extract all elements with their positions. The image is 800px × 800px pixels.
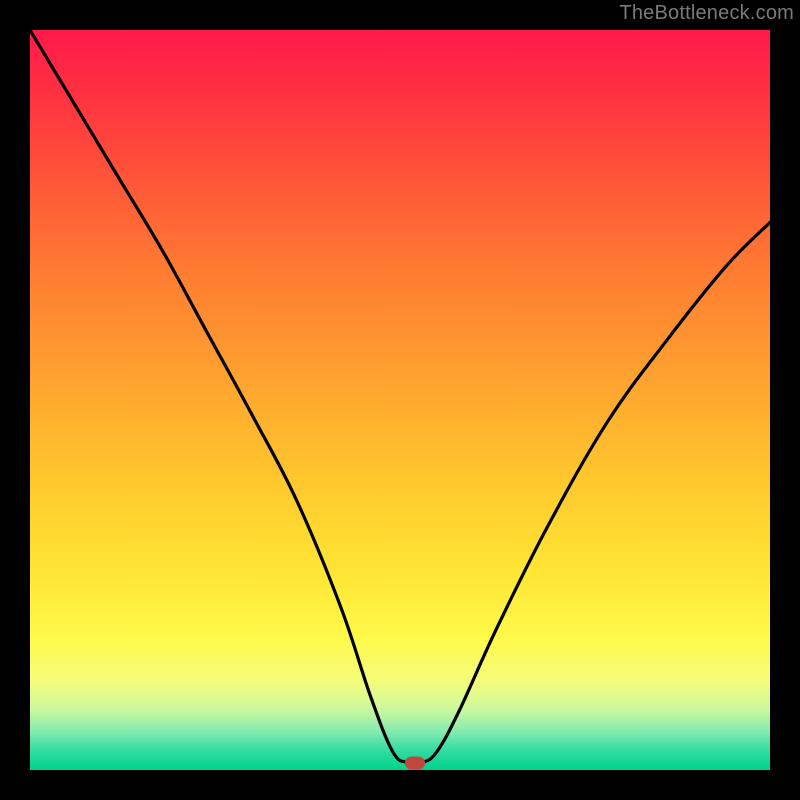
optimal-marker [405, 756, 425, 769]
bottleneck-curve [30, 30, 770, 770]
chart-stage: TheBottleneck.com [0, 0, 800, 800]
watermark-text: TheBottleneck.com [619, 2, 794, 25]
plot-area [30, 30, 770, 770]
